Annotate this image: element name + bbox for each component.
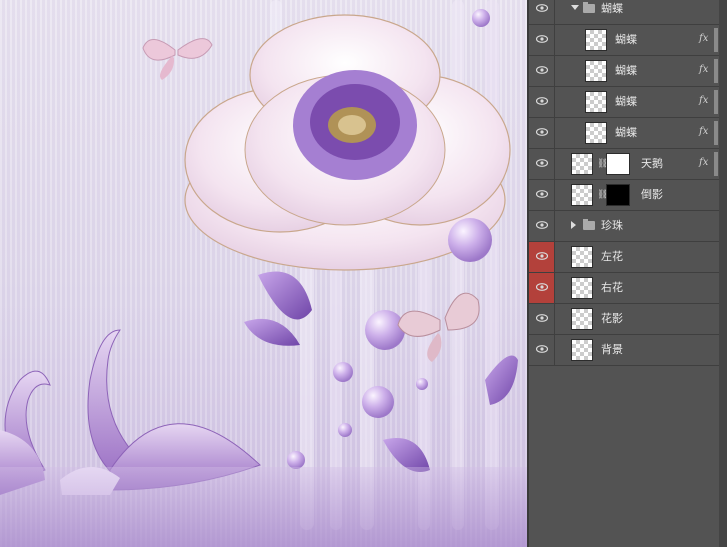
layer-row[interactable]: 右花 [529, 273, 720, 304]
fx-expand-toggle[interactable] [714, 90, 718, 114]
water-reflection [0, 467, 527, 547]
chevron-right-icon[interactable] [571, 221, 576, 229]
folder-icon [583, 2, 595, 13]
layer-thumbnail [571, 184, 593, 206]
fx-expand-toggle[interactable] [714, 28, 718, 52]
layer-name: 天鹅 [641, 157, 663, 170]
chevron-down-icon[interactable] [571, 5, 579, 10]
eye-icon[interactable] [529, 273, 555, 303]
eye-icon[interactable] [529, 87, 555, 117]
document-canvas[interactable] [0, 0, 527, 547]
layer-row[interactable]: 背景 [529, 335, 720, 366]
layer-mask-thumbnail[interactable] [606, 184, 630, 206]
eye-icon[interactable] [529, 211, 555, 241]
layer-thumbnail [585, 29, 607, 51]
layer-name: 蝴蝶 [615, 64, 637, 77]
layer-row[interactable]: 蝴蝶 [529, 0, 720, 25]
layer-row[interactable]: 蝴蝶 fx [529, 87, 720, 118]
layer-name: 左花 [601, 250, 623, 263]
layer-name: 花影 [601, 312, 623, 325]
eye-icon[interactable] [529, 242, 555, 272]
layer-name: 蝴蝶 [615, 95, 637, 108]
layer-name: 蝴蝶 [601, 2, 623, 15]
fx-badge[interactable]: fx [699, 95, 708, 106]
link-icon[interactable]: ⛓ [597, 158, 608, 170]
fx-expand-toggle[interactable] [714, 121, 718, 145]
butterfly-right [397, 292, 480, 362]
eye-icon[interactable] [529, 25, 555, 55]
layer-thumbnail [571, 308, 593, 330]
fx-badge[interactable]: fx [699, 64, 708, 75]
layer-row[interactable]: ⛓ 天鹅 fx [529, 149, 720, 180]
layer-thumbnail [571, 153, 593, 175]
layer-row[interactable]: 蝴蝶 fx [529, 118, 720, 149]
layer-row[interactable]: 花影 [529, 304, 720, 335]
folder-icon [583, 219, 595, 230]
fx-badge[interactable]: fx [699, 157, 708, 168]
layers-scrollbar[interactable] [719, 0, 727, 547]
eye-icon[interactable] [529, 180, 555, 210]
layer-name: 蝴蝶 [615, 126, 637, 139]
layer-thumbnail [585, 122, 607, 144]
layer-row[interactable]: 左花 [529, 242, 720, 273]
butterfly-top-left [142, 38, 213, 80]
layer-row[interactable]: 蝴蝶 fx [529, 56, 720, 87]
fx-badge[interactable]: fx [699, 33, 708, 44]
layers-panel: 蝴蝶 蝴蝶 fx 蝴蝶 fx 蝴蝶 fx 蝴蝶 fx ⛓ 天鹅 fx ⛓ 倒影 珍珠 左花 右花 花影 背景 [527, 0, 727, 547]
layer-row[interactable]: ⛓ 倒影 [529, 180, 720, 211]
fx-expand-toggle[interactable] [714, 59, 718, 83]
layer-name: 珍珠 [601, 219, 623, 232]
layer-mask-thumbnail[interactable] [606, 153, 630, 175]
layer-thumbnail [571, 277, 593, 299]
fx-expand-toggle[interactable] [714, 152, 718, 176]
layer-thumbnail [571, 339, 593, 361]
eye-icon[interactable] [529, 0, 555, 24]
layer-name: 倒影 [641, 188, 663, 201]
eye-icon[interactable] [529, 335, 555, 365]
layer-thumbnail [585, 91, 607, 113]
eye-icon[interactable] [529, 304, 555, 334]
layer-thumbnail [585, 60, 607, 82]
eye-icon[interactable] [529, 56, 555, 86]
eye-icon[interactable] [529, 118, 555, 148]
layer-row[interactable]: 蝴蝶 fx [529, 25, 720, 56]
layer-thumbnail [571, 246, 593, 268]
layer-name: 蝴蝶 [615, 33, 637, 46]
artwork-svg [0, 0, 518, 530]
layer-name: 背景 [601, 343, 623, 356]
layer-row[interactable]: 珍珠 [529, 211, 720, 242]
fx-badge[interactable]: fx [699, 126, 708, 137]
link-icon[interactable]: ⛓ [597, 189, 608, 201]
eye-icon[interactable] [529, 149, 555, 179]
layer-name: 右花 [601, 281, 623, 294]
